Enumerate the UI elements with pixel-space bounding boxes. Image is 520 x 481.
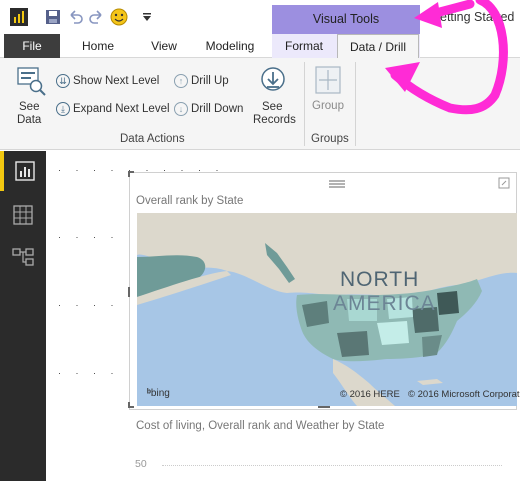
annotation-arrows — [385, 0, 508, 115]
